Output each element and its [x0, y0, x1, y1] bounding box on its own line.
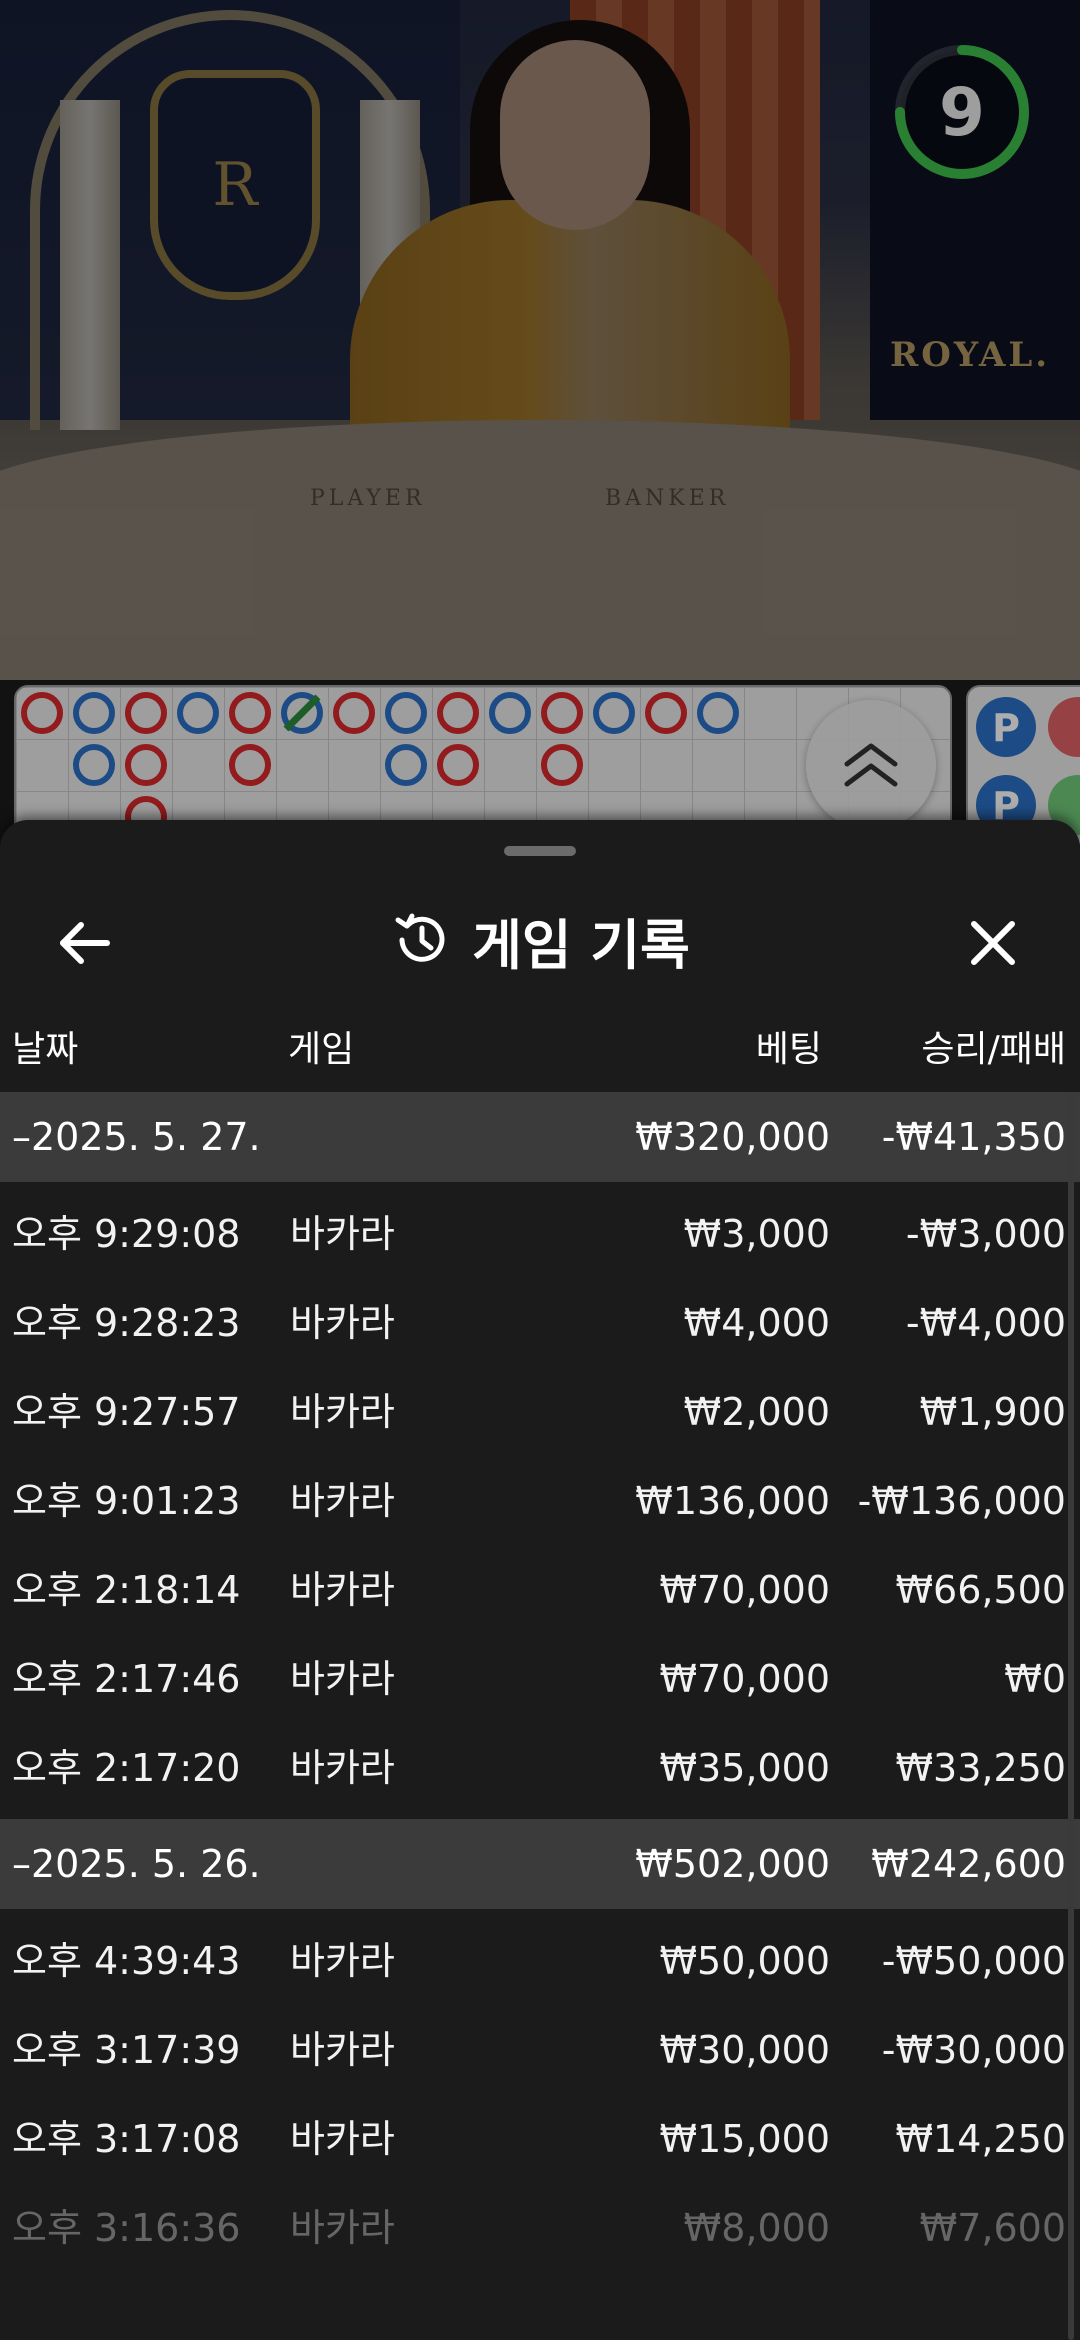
close-icon: [971, 921, 1015, 965]
sheet-drag-handle[interactable]: [504, 846, 576, 856]
history-row[interactable]: 오후 2:17:20 바카라 ₩35,000 ₩33,250: [0, 1724, 1080, 1813]
row-winloss: ₩33,250: [895, 1746, 1066, 1790]
row-winloss: -₩30,000: [881, 2028, 1066, 2072]
row-time: 오후 9:29:08: [12, 1212, 241, 1256]
row-winloss: ₩66,500: [895, 1568, 1066, 1612]
sheet-header: 게임 기록: [0, 880, 1080, 1000]
row-game: 바카라: [290, 1479, 395, 1523]
history-row[interactable]: 오후 2:18:14 바카라 ₩70,000 ₩66,500: [0, 1546, 1080, 1635]
row-time: 오후 4:39:43: [12, 1939, 241, 1983]
row-winloss: -₩50,000: [881, 1939, 1066, 1983]
group-winloss-total: -₩41,350: [881, 1115, 1066, 1159]
history-row[interactable]: 오후 3:17:39 바카라 ₩30,000 -₩30,000: [0, 2006, 1080, 2095]
history-row[interactable]: 오후 3:17:08 바카라 ₩15,000 ₩14,250: [0, 2095, 1080, 2184]
row-bet: ₩15,000: [659, 2117, 830, 2161]
row-bet: ₩8,000: [683, 2206, 830, 2250]
row-game: 바카라: [290, 1390, 395, 1434]
row-game: 바카라: [290, 2117, 395, 2161]
row-bet: ₩3,000: [683, 1212, 830, 1256]
row-winloss: -₩136,000: [857, 1479, 1066, 1523]
group-date: –2025. 5. 26.: [12, 1842, 261, 1886]
row-time: 오후 3:16:36: [12, 2206, 241, 2250]
row-time: 오후 3:17:39: [12, 2028, 241, 2072]
game-history-sheet: 게임 기록 날짜 게임 베팅 승리/패배 –2025. 5. 27. ₩320,…: [0, 820, 1080, 2340]
row-bet: ₩136,000: [635, 1479, 830, 1523]
row-winloss: ₩7,600: [919, 2206, 1066, 2250]
row-bet: ₩2,000: [683, 1390, 830, 1434]
date-group-row[interactable]: –2025. 5. 27. ₩320,000 -₩41,350: [0, 1092, 1080, 1182]
row-bet: ₩70,000: [659, 1568, 830, 1612]
row-time: 오후 2:18:14: [12, 1568, 241, 1612]
sheet-title-group: 게임 기록: [0, 900, 1080, 980]
row-time: 오후 2:17:20: [12, 1746, 241, 1790]
column-header-game[interactable]: 게임: [288, 1020, 354, 1080]
column-header-bet[interactable]: 베팅: [756, 1020, 822, 1080]
sheet-title: 게임 기록: [472, 913, 690, 977]
row-bet: ₩30,000: [659, 2028, 830, 2072]
column-header-winloss[interactable]: 승리/패배: [921, 1020, 1066, 1080]
row-bet: ₩50,000: [659, 1939, 830, 1983]
row-time: 오후 9:28:23: [12, 1301, 241, 1345]
row-game: 바카라: [290, 1657, 395, 1701]
group-date: –2025. 5. 27.: [12, 1115, 261, 1159]
group-winloss-total: ₩242,600: [871, 1842, 1066, 1886]
close-button[interactable]: [958, 908, 1028, 978]
row-game: 바카라: [290, 1301, 395, 1345]
history-row[interactable]: 오후 9:27:57 바카라 ₩2,000 ₩1,900: [0, 1368, 1080, 1457]
row-winloss: ₩0: [1004, 1657, 1066, 1701]
row-time: 오후 9:27:57: [12, 1390, 241, 1434]
history-row[interactable]: 오후 9:28:23 바카라 ₩4,000 -₩4,000: [0, 1279, 1080, 1368]
group-bet-total: ₩320,000: [635, 1115, 830, 1159]
history-row[interactable]: 오후 3:16:36 바카라 ₩8,000 ₩7,600: [0, 2184, 1080, 2273]
history-icon: [395, 913, 445, 962]
row-time: 오후 3:17:08: [12, 2117, 241, 2161]
row-time: 오후 2:17:46: [12, 1657, 241, 1701]
row-time: 오후 9:01:23: [12, 1479, 241, 1523]
row-game: 바카라: [290, 1746, 395, 1790]
row-winloss: -₩3,000: [905, 1212, 1066, 1256]
history-table: –2025. 5. 27. ₩320,000 -₩41,350 오후 9:29:…: [0, 1092, 1080, 2273]
history-row[interactable]: 오후 9:01:23 바카라 ₩136,000 -₩136,000: [0, 1457, 1080, 1546]
row-bet: ₩4,000: [683, 1301, 830, 1345]
column-header-date[interactable]: 날짜: [12, 1020, 78, 1080]
row-bet: ₩35,000: [659, 1746, 830, 1790]
row-winloss: -₩4,000: [905, 1301, 1066, 1345]
row-game: 바카라: [290, 1212, 395, 1256]
history-row[interactable]: 오후 2:17:46 바카라 ₩70,000 ₩0: [0, 1635, 1080, 1724]
group-bet-total: ₩502,000: [635, 1842, 830, 1886]
row-game: 바카라: [290, 2206, 395, 2250]
row-bet: ₩70,000: [659, 1657, 830, 1701]
date-group-row[interactable]: –2025. 5. 26. ₩502,000 ₩242,600: [0, 1819, 1080, 1909]
background-dim-overlay[interactable]: [0, 0, 1080, 860]
row-game: 바카라: [290, 1939, 395, 1983]
row-game: 바카라: [290, 1568, 395, 1612]
row-winloss: ₩14,250: [895, 2117, 1066, 2161]
row-winloss: ₩1,900: [919, 1390, 1066, 1434]
scrollbar[interactable]: [1068, 1092, 1074, 2340]
history-row[interactable]: 오후 9:29:08 바카라 ₩3,000 -₩3,000: [0, 1190, 1080, 1279]
row-game: 바카라: [290, 2028, 395, 2072]
history-row[interactable]: 오후 4:39:43 바카라 ₩50,000 -₩50,000: [0, 1917, 1080, 2006]
